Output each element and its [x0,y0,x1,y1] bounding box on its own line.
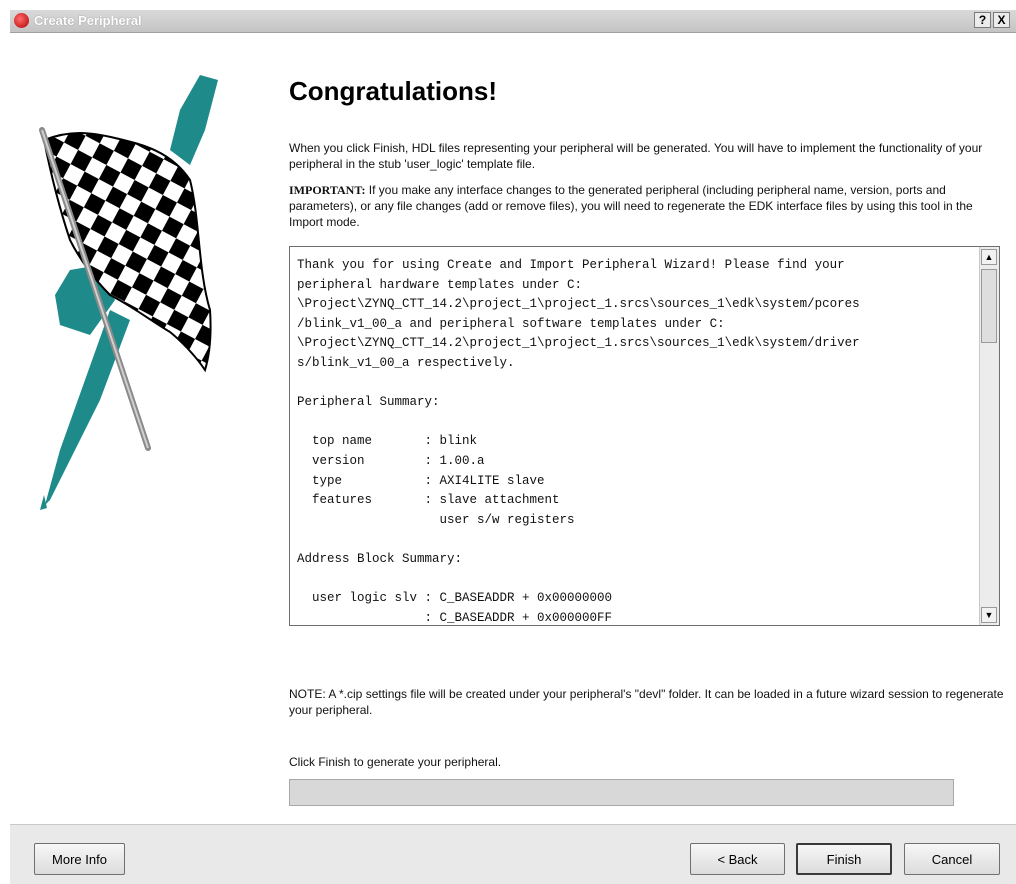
page-title: Congratulations! [289,76,497,106]
summary-line: : C_BASEADDR + 0x000000FF [297,610,613,623]
cancel-button[interactable]: Cancel [904,843,1000,875]
summary-text: Thank you for using Create and Import Pe… [297,256,973,623]
help-button[interactable]: ? [974,12,991,28]
intro-text: When you click Finish, HDL files represe… [289,141,983,171]
important-text: If you make any interface changes to the… [289,183,973,229]
summary-line: peripheral hardware templates under C: [297,277,583,292]
important-paragraph: IMPORTANT: If you make any interface cha… [289,182,1004,230]
window-title: Create Peripheral [34,13,142,28]
app-icon [14,13,29,28]
summary-line: /blink_v1_00_a and peripheral software t… [297,316,725,331]
summary-line: Peripheral Summary: [297,395,440,410]
important-label: IMPORTANT: [289,183,366,197]
summary-line [297,530,973,550]
summary-line: Address Block Summary: [297,551,463,566]
checkered-flag-icon [39,75,218,510]
more-info-button[interactable]: More Info [34,843,125,875]
summary-line [297,570,973,590]
title-bar: Create Peripheral ? X [10,10,1016,33]
scroll-down-icon[interactable]: ▼ [981,607,997,623]
scroll-thumb[interactable] [981,269,997,343]
summary-line: type : AXI4LITE slave [297,473,545,488]
summary-line: top name : blink [297,434,478,449]
summary-line [297,413,973,433]
summary-line: version : 1.00.a [297,453,485,468]
summary-line: \Project\ZYNQ_CTT_14.2\project_1\project… [297,336,860,351]
note-text: NOTE: A *.cip settings file will be crea… [289,687,1004,717]
summary-line: s/blink_v1_00_a respectively. [297,355,515,370]
scroll-up-icon[interactable]: ▲ [981,249,997,265]
summary-line: \Project\ZYNQ_CTT_14.2\project_1\project… [297,297,860,312]
summary-line: user s/w registers [297,512,575,527]
summary-line: features : slave attachment [297,493,560,508]
summary-line: Thank you for using Create and Import Pe… [297,258,845,272]
summary-scrollbar[interactable]: ▲ ▼ [979,247,999,625]
progress-bar [289,779,954,806]
close-button[interactable]: X [993,12,1010,28]
summary-textbox[interactable]: Thank you for using Create and Import Pe… [289,246,1000,626]
footer-bar: More Info < Back Finish Cancel [10,824,1016,884]
summary-line [297,374,973,394]
back-button[interactable]: < Back [690,843,785,875]
finish-prompt: Click Finish to generate your peripheral… [289,755,502,769]
summary-line: user logic slv : C_BASEADDR + 0x00000000 [297,591,613,606]
finish-button[interactable]: Finish [796,843,892,875]
